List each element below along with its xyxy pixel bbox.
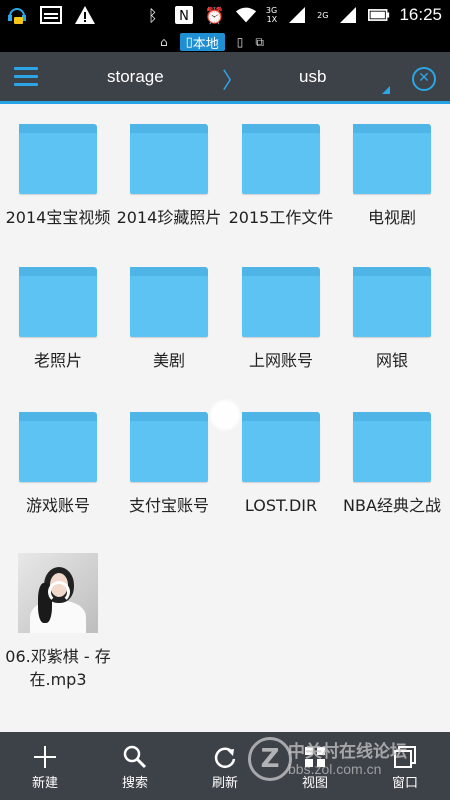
device-tab[interactable]: ▯ xyxy=(237,33,244,51)
view-button[interactable]: 视图 xyxy=(270,732,360,800)
folder-icon xyxy=(242,267,320,337)
folder-icon xyxy=(353,267,431,337)
view-label: 视图 xyxy=(301,776,328,791)
home-icon: ⌂ xyxy=(160,35,168,49)
window-label: 窗口 xyxy=(391,776,418,791)
breadcrumb-separator-icon: 〉 xyxy=(222,69,245,94)
file-name: LOST.DIR xyxy=(244,496,318,515)
folder-icon xyxy=(242,412,320,482)
file-name: 上网账号 xyxy=(248,351,313,370)
folder-item[interactable]: 电视剧 xyxy=(336,124,448,229)
folder-item[interactable]: NBA经典之战 xyxy=(336,412,448,517)
window-button[interactable]: 窗口 xyxy=(360,732,450,800)
file-name: 电视剧 xyxy=(367,208,416,227)
folder-icon xyxy=(19,267,97,337)
svg-text:N: N xyxy=(179,9,189,24)
signal-icon xyxy=(337,4,359,26)
path-toolbar: storage 〉 usb ✕ xyxy=(0,52,450,104)
alarm-icon: ⏰ xyxy=(204,5,225,25)
file-name: 老照片 xyxy=(33,351,82,370)
file-name: 美剧 xyxy=(152,351,185,370)
path-dropdown-icon[interactable] xyxy=(382,86,390,94)
network-type-secondary: 2G xyxy=(317,10,329,20)
file-name: 2014珍藏照片 xyxy=(116,208,222,227)
phone-icon: ▯ xyxy=(236,35,244,49)
search-icon xyxy=(90,732,180,772)
headphones-icon xyxy=(48,581,70,603)
warning-icon xyxy=(74,4,96,26)
network-tab[interactable]: ⧉ xyxy=(255,33,264,51)
network-type: 3G 1X xyxy=(265,6,278,24)
new-label: 新建 xyxy=(31,776,58,791)
folder-item[interactable]: 2014珍藏照片 xyxy=(113,124,225,229)
home-tab[interactable]: ⌂ xyxy=(160,33,168,51)
folder-icon xyxy=(242,124,320,194)
breadcrumb-storage[interactable]: storage xyxy=(107,67,164,87)
menu-icon[interactable] xyxy=(14,67,38,87)
wifi-icon xyxy=(235,4,257,26)
file-name: 06.邓紫棋 - 存在.mp3 xyxy=(5,647,111,689)
file-name: 2015工作文件 xyxy=(228,208,334,227)
folder-icon xyxy=(19,124,97,194)
file-name: 支付宝账号 xyxy=(128,496,209,515)
folder-item[interactable]: 2014宝宝视频 xyxy=(2,124,114,229)
phone-icon: ▯ xyxy=(185,34,193,50)
battery-icon xyxy=(368,4,390,26)
refresh-icon xyxy=(180,732,270,772)
file-name: 网银 xyxy=(375,351,408,370)
audio-file-item[interactable]: 06.邓紫棋 - 存在.mp3 xyxy=(2,553,114,691)
view-switcher: ⌂ ▯ 本地 ▯ ⧉ xyxy=(0,32,450,52)
folder-icon xyxy=(130,267,208,337)
window-icon xyxy=(360,732,450,772)
folder-icon xyxy=(130,412,208,482)
folder-item[interactable]: LOST.DIR xyxy=(225,412,337,517)
loading-spinner xyxy=(208,398,242,432)
bottom-action-bar: 新建 搜索 刷新 视图 窗口 xyxy=(0,732,450,800)
nfc-icon: N xyxy=(173,4,195,26)
headset-chat-icon xyxy=(6,4,28,26)
breadcrumb-usb[interactable]: usb xyxy=(299,67,326,87)
folder-item[interactable]: 游戏账号 xyxy=(2,412,114,517)
signal-icon xyxy=(286,4,308,26)
folder-item[interactable]: 老照片 xyxy=(2,267,114,372)
search-button[interactable]: 搜索 xyxy=(90,732,180,800)
folder-icon xyxy=(353,124,431,194)
new-button[interactable]: 新建 xyxy=(0,732,90,800)
network-icon: ⧉ xyxy=(255,34,264,49)
album-art xyxy=(18,553,98,633)
grid-view-icon xyxy=(270,732,360,772)
folder-icon xyxy=(353,412,431,482)
file-name: NBA经典之战 xyxy=(343,496,441,515)
plus-icon xyxy=(0,732,90,772)
file-name: 游戏账号 xyxy=(25,496,90,515)
folder-item[interactable]: 网银 xyxy=(336,267,448,372)
clock: 16:25 xyxy=(399,5,442,24)
refresh-button[interactable]: 刷新 xyxy=(180,732,270,800)
status-bar: ᛒ N ⏰ 3G 1X 2G 16:25 xyxy=(0,0,450,32)
refresh-label: 刷新 xyxy=(211,776,238,791)
bluetooth-icon: ᛒ xyxy=(148,5,158,25)
image-icon xyxy=(40,4,62,26)
folder-item[interactable]: 上网账号 xyxy=(225,267,337,372)
folder-item[interactable]: 支付宝账号 xyxy=(113,412,225,517)
file-name: 2014宝宝视频 xyxy=(5,208,111,227)
search-label: 搜索 xyxy=(121,776,148,791)
folder-item[interactable]: 2015工作文件 xyxy=(225,124,337,229)
folder-item[interactable]: 美剧 xyxy=(113,267,225,372)
local-tab[interactable]: ▯ 本地 xyxy=(179,33,225,52)
local-tab-label: 本地 xyxy=(192,36,219,52)
folder-icon xyxy=(19,412,97,482)
folder-icon xyxy=(130,124,208,194)
close-icon[interactable]: ✕ xyxy=(412,67,436,91)
